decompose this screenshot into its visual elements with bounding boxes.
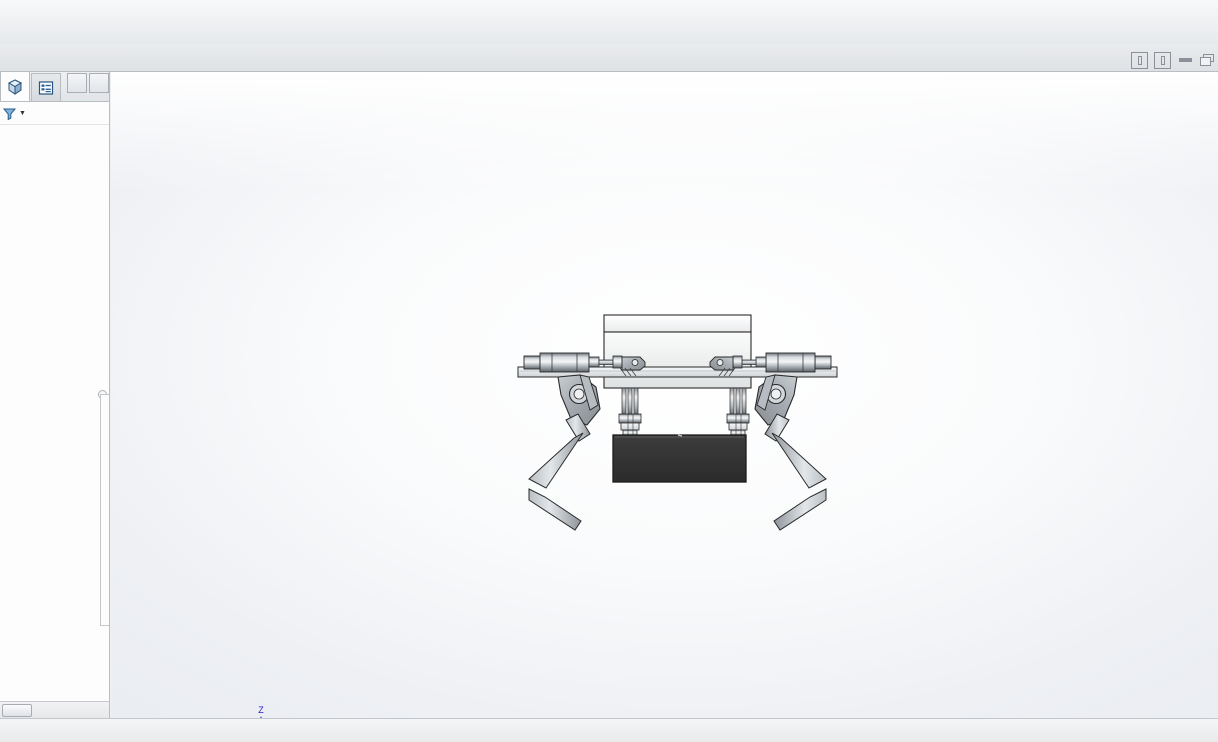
solidworks-window: ▼ [0, 0, 1218, 742]
restore-left-icon[interactable] [1131, 52, 1148, 69]
command-manager-tabstrip [0, 44, 1218, 72]
filter-icon[interactable] [2, 106, 17, 121]
property-manager-tab[interactable] [31, 73, 61, 101]
restore-right-icon[interactable] [1154, 52, 1171, 69]
status-bar [0, 718, 1218, 742]
graphics-viewport[interactable]: Z Y X [111, 72, 1218, 718]
tree-horizontal-scrollbar[interactable] [0, 701, 110, 718]
feature-manager-panel: ▼ [0, 72, 110, 718]
restore-icon[interactable] [1200, 54, 1214, 66]
triad-z-label: Z [258, 705, 264, 715]
filter-caret-icon[interactable]: ▼ [19, 110, 26, 117]
tree-back-button[interactable] [67, 73, 87, 93]
tree-hscroll-thumb[interactable] [2, 704, 32, 717]
coordinate-triad: Z Y X [219, 702, 289, 718]
feature-tree [0, 125, 109, 127]
tree-scroll-track [100, 394, 109, 626]
feature-manager-tabs [0, 72, 109, 102]
minimize-icon[interactable] [1179, 58, 1192, 62]
document-window-controls [1131, 46, 1214, 74]
tree-nav-buttons [67, 73, 109, 93]
tree-forward-button[interactable] [89, 73, 109, 93]
feature-tree-tab[interactable] [0, 72, 30, 101]
tree-filter-row: ▼ [0, 102, 109, 125]
ribbon-toolbar [0, 0, 1218, 44]
palletizing-gripper-model[interactable] [111, 72, 1218, 718]
